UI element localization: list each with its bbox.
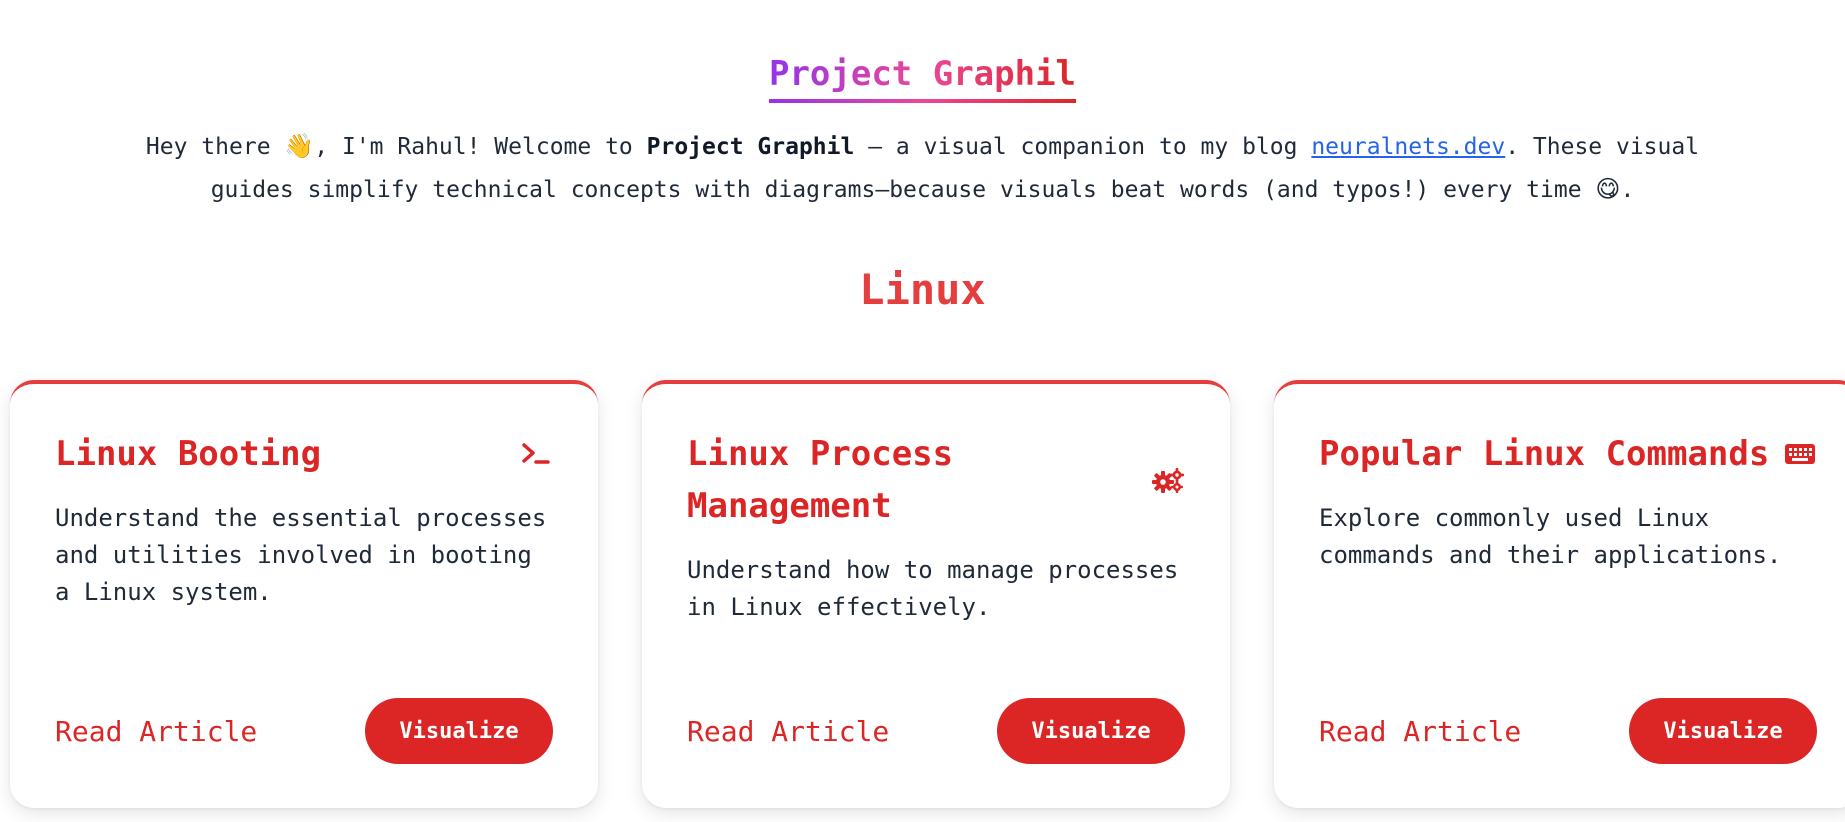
- intro-project-name: Project Graphil: [646, 134, 855, 161]
- visualize-button[interactable]: Visualize: [365, 698, 553, 764]
- card-actions: Read Article Visualize: [55, 698, 553, 764]
- article-card: Linux Booting Understand the essential p…: [10, 380, 598, 808]
- card-title: Linux Process Management: [687, 434, 954, 526]
- visualize-button[interactable]: Visualize: [1629, 698, 1817, 764]
- card-header: Linux Booting: [55, 428, 553, 480]
- blog-link[interactable]: neuralnets.dev: [1311, 134, 1505, 160]
- card-description: Understand how to manage processes in Li…: [687, 556, 1179, 621]
- keyboard-icon: [1783, 437, 1817, 471]
- card-description: Understand the essential processes and u…: [55, 504, 547, 606]
- smile-emoji-icon: 😋: [1595, 175, 1621, 204]
- section-title-linux: Linux: [859, 265, 986, 315]
- card-description: Explore commonly used Linux commands and…: [1319, 504, 1782, 569]
- card-grid: Linux Booting Understand the essential p…: [10, 380, 1845, 808]
- page-header: Project Graphil Hey there 👋, I'm Rahul! …: [0, 0, 1845, 211]
- card-title: Popular Linux Commands: [1319, 434, 1770, 474]
- read-article-link[interactable]: Read Article: [55, 715, 257, 748]
- visualize-button[interactable]: Visualize: [997, 698, 1185, 764]
- gears-icon: [1151, 463, 1185, 497]
- terminal-icon: [519, 437, 553, 471]
- site-title: Project Graphil: [768, 55, 1077, 104]
- card-actions: Read Article Visualize: [687, 698, 1185, 764]
- read-article-link[interactable]: Read Article: [687, 715, 889, 748]
- read-article-link[interactable]: Read Article: [1319, 715, 1521, 748]
- card-header: Linux Process Management: [687, 428, 1185, 532]
- card-actions: Read Article Visualize: [1319, 698, 1817, 764]
- card-header: Popular Linux Commands: [1319, 428, 1817, 480]
- wave-emoji-icon: 👋: [284, 132, 315, 161]
- article-card: Popular Linux Commands Explore commonly …: [1274, 380, 1845, 808]
- card-title: Linux Booting: [55, 434, 322, 474]
- intro-text: Hey there 👋, I'm Rahul! Welcome to Proje…: [145, 132, 1700, 204]
- article-card: Linux Process Management Understand how …: [642, 380, 1230, 808]
